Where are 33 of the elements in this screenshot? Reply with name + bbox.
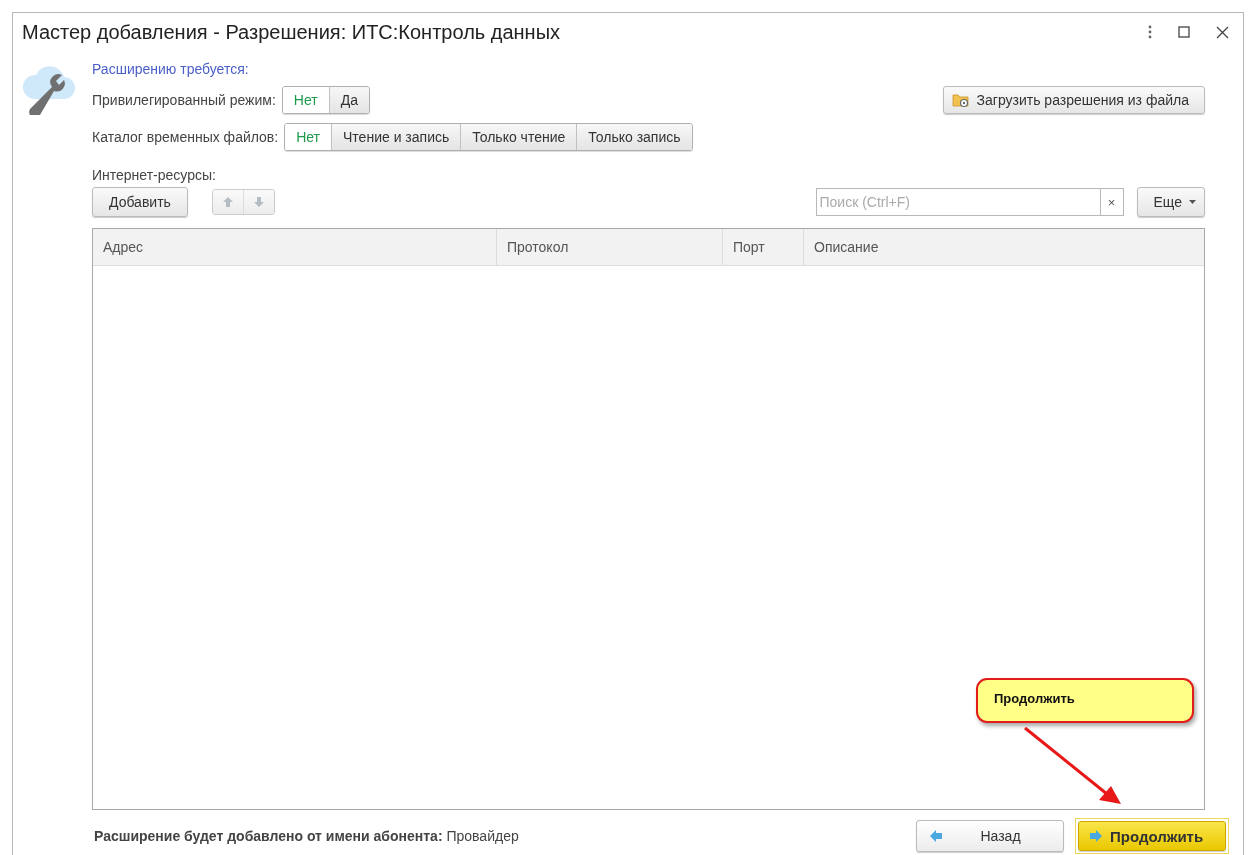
temp-catalog-option[interactable]: Нет	[285, 124, 332, 150]
internet-resources-label: Интернет-ресурсы:	[92, 167, 217, 183]
caret-icon	[1189, 200, 1196, 204]
arrow-down-icon	[252, 196, 265, 208]
column-header[interactable]: Описание	[804, 229, 1204, 265]
more-button[interactable]: Еще	[1136, 187, 1205, 217]
column-header[interactable]: Протокол	[497, 229, 723, 265]
window-title: Мастер добавления - Разрешения: ИТС:Контроль данных	[22, 20, 562, 44]
subscriber-info: Расширение будет добавлено от имени абонента: Провайдер	[94, 828, 519, 844]
arrow-right-icon	[1089, 829, 1103, 843]
privileged-mode-label: Привилегированный режим:	[92, 92, 276, 108]
load-permissions-button[interactable]: Загрузить разрешения из файла	[942, 86, 1205, 114]
column-header[interactable]: Адрес	[93, 229, 497, 265]
add-button[interactable]: Добавить	[92, 187, 188, 217]
close-icon[interactable]	[1216, 25, 1229, 39]
back-button[interactable]: Назад	[916, 820, 1064, 852]
temp-catalog-option[interactable]: Чтение и запись	[331, 124, 461, 150]
temp-catalog-label: Каталог временных файлов:	[92, 129, 279, 145]
requirement-heading: Расширению требуется:	[92, 61, 250, 77]
temp-catalog-option[interactable]: Только запись	[576, 124, 692, 150]
continue-button[interactable]: Продолжить	[1078, 821, 1226, 851]
maximize-icon[interactable]	[1178, 26, 1190, 38]
temp-catalog-option[interactable]: Только чтение	[460, 124, 577, 150]
column-header[interactable]: Порт	[723, 229, 804, 265]
clear-search-button[interactable]: ×	[1099, 188, 1124, 216]
more-options-icon[interactable]	[1148, 25, 1152, 39]
privileged-mode-option[interactable]: Нет	[282, 87, 329, 113]
search-field[interactable]: Поиск (Ctrl+F)	[815, 188, 1100, 216]
callout-tooltip: Продолжить	[976, 678, 1194, 723]
privileged-mode-option[interactable]: Да	[328, 87, 369, 113]
arrow-up-icon	[221, 196, 234, 208]
arrow-left-icon	[929, 829, 943, 843]
folder-gear-icon	[951, 92, 970, 108]
